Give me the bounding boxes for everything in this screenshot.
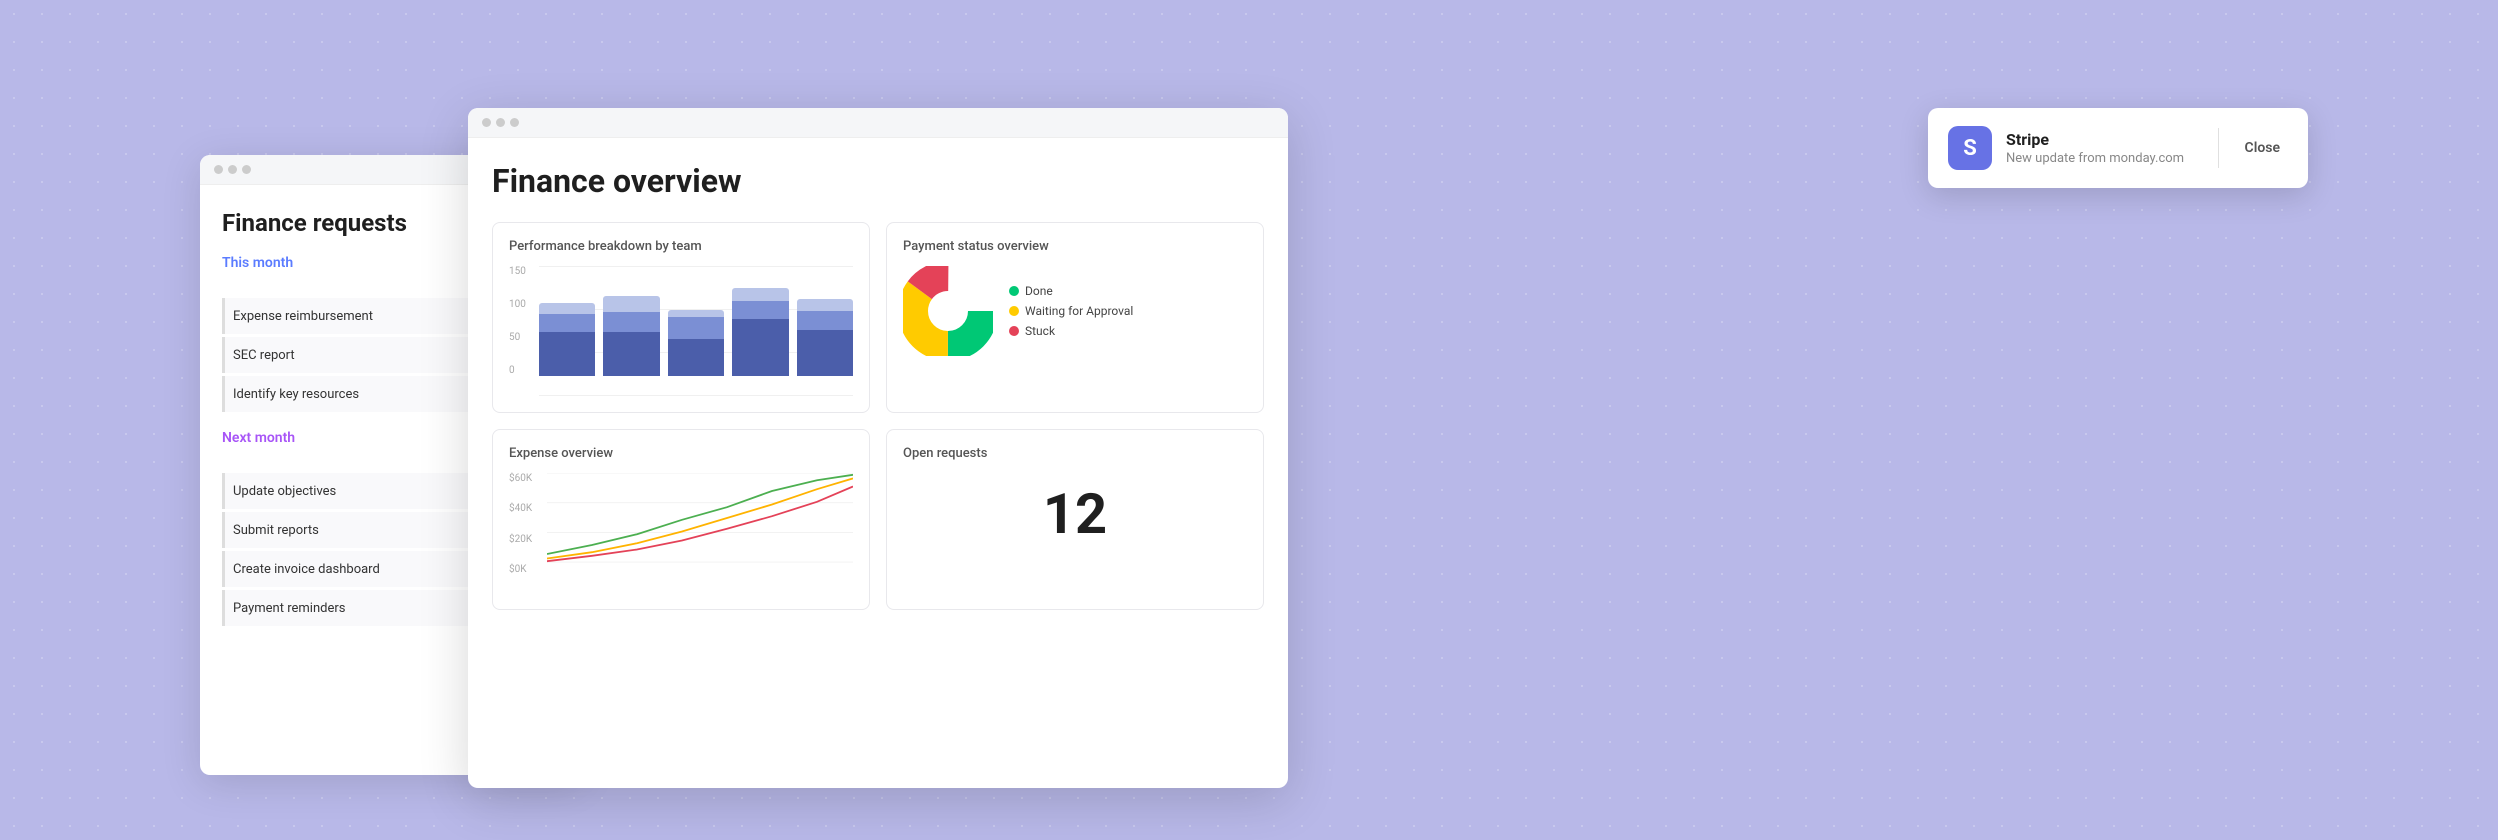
open-requests-card: Open requests 12 [886, 429, 1264, 610]
bar-group [732, 266, 788, 376]
bar-segment [797, 299, 853, 311]
performance-card: Performance breakdown by team 150 100 50… [492, 222, 870, 413]
bar-chart: 150 100 50 0 [509, 266, 853, 396]
legend-dot-stuck [1009, 326, 1019, 336]
task-label: Expense reimbursement [233, 309, 486, 324]
notification-subtitle: New update from monday.com [2006, 151, 2200, 166]
legend-label-done: Done [1025, 284, 1053, 298]
finance-overview-panel: Finance overview Performance breakdown b… [468, 108, 1288, 788]
notification-divider [2218, 128, 2219, 168]
dot-3 [242, 165, 251, 174]
bar-segment [603, 332, 659, 376]
dot-1 [482, 118, 491, 127]
bar-stack [668, 310, 724, 376]
task-label: Payment reminders [233, 601, 469, 616]
dot-2 [496, 118, 505, 127]
legend-item-waiting: Waiting for Approval [1009, 304, 1133, 318]
notification-title: Stripe [2006, 130, 2200, 149]
bar-segment [732, 301, 788, 319]
dot-3 [510, 118, 519, 127]
legend-item-done: Done [1009, 284, 1133, 298]
bar-stack [797, 299, 853, 376]
legend-dot-done [1009, 286, 1019, 296]
bar-segment [603, 312, 659, 332]
finance-overview-title: Finance overview [492, 162, 1264, 200]
expense-overview-card: Expense overview $60K $40K $20K $0K [492, 429, 870, 610]
task-label: Identify key resources [233, 387, 486, 402]
bar-segment [668, 317, 724, 339]
pie-chart [903, 266, 993, 356]
notification-close-button[interactable]: Close [2237, 136, 2288, 160]
bar-segment [797, 330, 853, 376]
bar-stack [732, 288, 788, 376]
bar-stack [539, 303, 595, 376]
bar-segment [603, 296, 659, 312]
bar-segment [668, 339, 724, 376]
bar-chart-y-axis: 150 100 50 0 [509, 266, 537, 376]
notification-text: Stripe New update from monday.com [2006, 130, 2200, 166]
gridline [539, 395, 853, 396]
bar-segment [668, 310, 724, 317]
bar-segment [539, 332, 595, 376]
task-label: SEC report [233, 348, 469, 363]
performance-card-title: Performance breakdown by team [509, 239, 853, 254]
bar-segment [797, 311, 853, 330]
legend-dot-waiting [1009, 306, 1019, 316]
legend-label-waiting: Waiting for Approval [1025, 304, 1133, 318]
dot-1 [214, 165, 223, 174]
panel-dots [468, 108, 1288, 138]
open-requests-count: 12 [903, 481, 1247, 547]
line-chart: $60K $40K $20K $0K [509, 473, 853, 593]
pie-legend: Done Waiting for Approval Stuck [1009, 284, 1133, 338]
bar-segment [539, 303, 595, 314]
bar-segment [732, 319, 788, 376]
legend-item-stuck: Stuck [1009, 324, 1133, 338]
bar-group [668, 266, 724, 376]
line-chart-svg [547, 473, 853, 563]
dashboard-grid: Performance breakdown by team 150 100 50… [492, 222, 1264, 610]
bar-segment [539, 314, 595, 332]
open-requests-title: Open requests [903, 446, 1247, 461]
expense-overview-title: Expense overview [509, 446, 853, 461]
bar-group [603, 266, 659, 376]
task-label: Create invoice dashboard [233, 562, 486, 577]
bar-group [539, 266, 595, 376]
payment-status-card: Payment status overview Done [886, 222, 1264, 413]
task-label: Update objectives [233, 484, 486, 499]
bar-chart-area [539, 266, 853, 376]
dot-2 [228, 165, 237, 174]
stripe-icon: S [1948, 126, 1992, 170]
task-label: Submit reports [233, 523, 469, 538]
bar-segment [732, 288, 788, 301]
bar-stack [603, 296, 659, 376]
notification-card: S Stripe New update from monday.com Clos… [1928, 108, 2308, 188]
pie-container: Done Waiting for Approval Stuck [903, 266, 1247, 356]
bar-group [797, 266, 853, 376]
legend-label-stuck: Stuck [1025, 324, 1055, 338]
line-chart-y-axis: $60K $40K $20K $0K [509, 473, 545, 575]
payment-status-card-title: Payment status overview [903, 239, 1247, 254]
